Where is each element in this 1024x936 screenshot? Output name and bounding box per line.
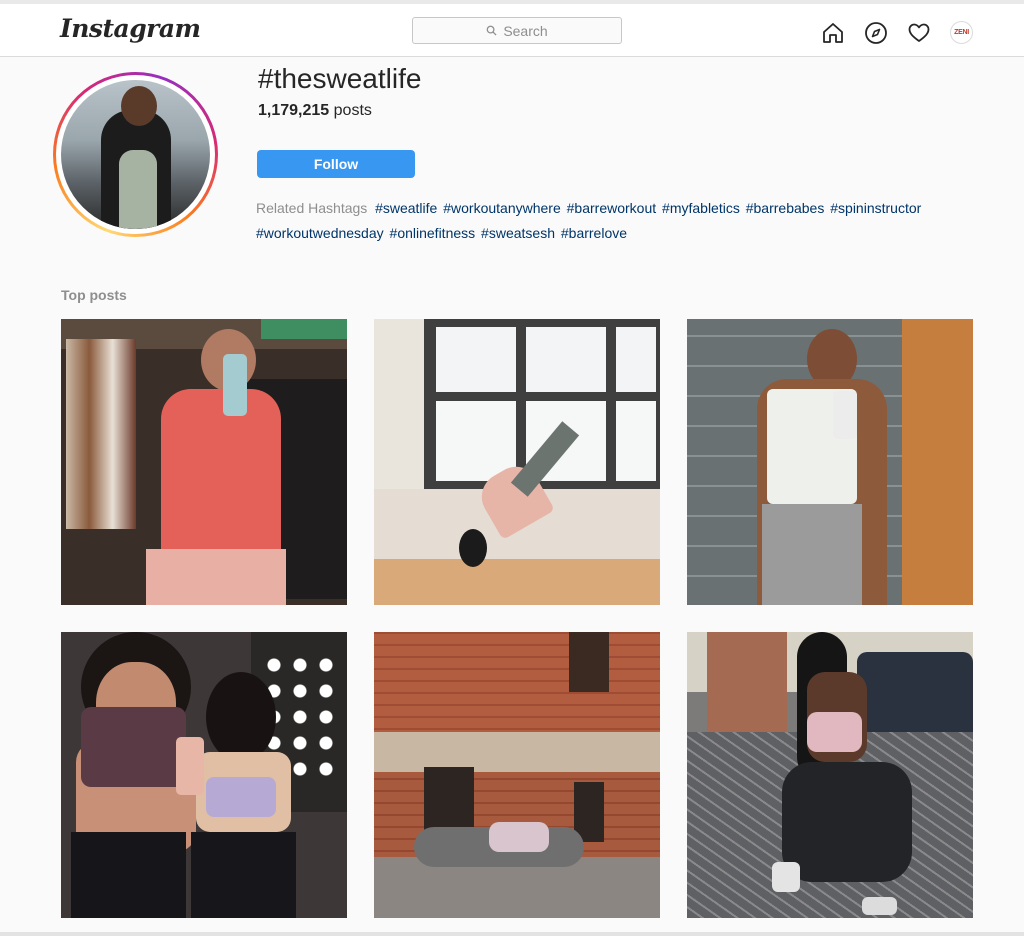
nav-icons: ZENI xyxy=(820,20,974,45)
avatar: ZENI xyxy=(950,21,973,44)
posts-count-number: 1,179,215 xyxy=(258,102,330,119)
page-title: #thesweatlife xyxy=(258,63,422,94)
related-hashtags-label: Related Hashtags xyxy=(256,200,368,216)
posts-count: 1,179,215 posts xyxy=(258,102,372,120)
related-hashtag-link[interactable]: #workoutanywhere xyxy=(443,200,561,216)
instagram-logo[interactable]: Instagram xyxy=(60,14,201,43)
search-icon xyxy=(486,25,497,36)
window-bottom-edge xyxy=(0,932,1024,936)
related-hashtag-link[interactable]: #barrelove xyxy=(561,225,627,241)
related-hashtag-link[interactable]: #barrebabes xyxy=(746,200,825,216)
hashtag-top-image xyxy=(53,72,218,237)
posts-count-label: posts xyxy=(333,102,372,119)
related-hashtag-link[interactable]: #sweatlife xyxy=(375,200,437,216)
profile-avatar[interactable]: ZENI xyxy=(949,20,974,45)
related-hashtag-link[interactable]: #workoutwednesday xyxy=(256,225,384,241)
post-thumbnail[interactable] xyxy=(687,632,973,918)
post-thumbnail[interactable] xyxy=(374,632,660,918)
post-thumbnail[interactable] xyxy=(61,319,347,605)
post-thumbnail[interactable] xyxy=(61,632,347,918)
post-thumbnail[interactable] xyxy=(374,319,660,605)
post-thumbnail[interactable] xyxy=(687,319,973,605)
hashtag-profile-photo xyxy=(61,80,210,229)
home-icon[interactable] xyxy=(820,20,845,45)
activity-heart-icon[interactable] xyxy=(906,20,931,45)
related-hashtag-link[interactable]: #onlinefitness xyxy=(390,225,476,241)
top-navbar: Instagram Search ZENI xyxy=(0,4,1024,57)
explore-compass-icon[interactable] xyxy=(863,20,888,45)
related-hashtags: Related Hashtags #sweatlife #workoutanyw… xyxy=(256,196,996,246)
related-hashtag-link[interactable]: #spininstructor xyxy=(830,200,921,216)
search-input[interactable]: Search xyxy=(412,17,622,44)
related-hashtag-link[interactable]: #barreworkout xyxy=(567,200,657,216)
top-posts-heading: Top posts xyxy=(61,287,127,303)
related-hashtag-link[interactable]: #sweatsesh xyxy=(481,225,555,241)
search-placeholder: Search xyxy=(503,22,548,39)
follow-button[interactable]: Follow xyxy=(257,150,415,178)
related-hashtag-link[interactable]: #myfabletics xyxy=(662,200,740,216)
